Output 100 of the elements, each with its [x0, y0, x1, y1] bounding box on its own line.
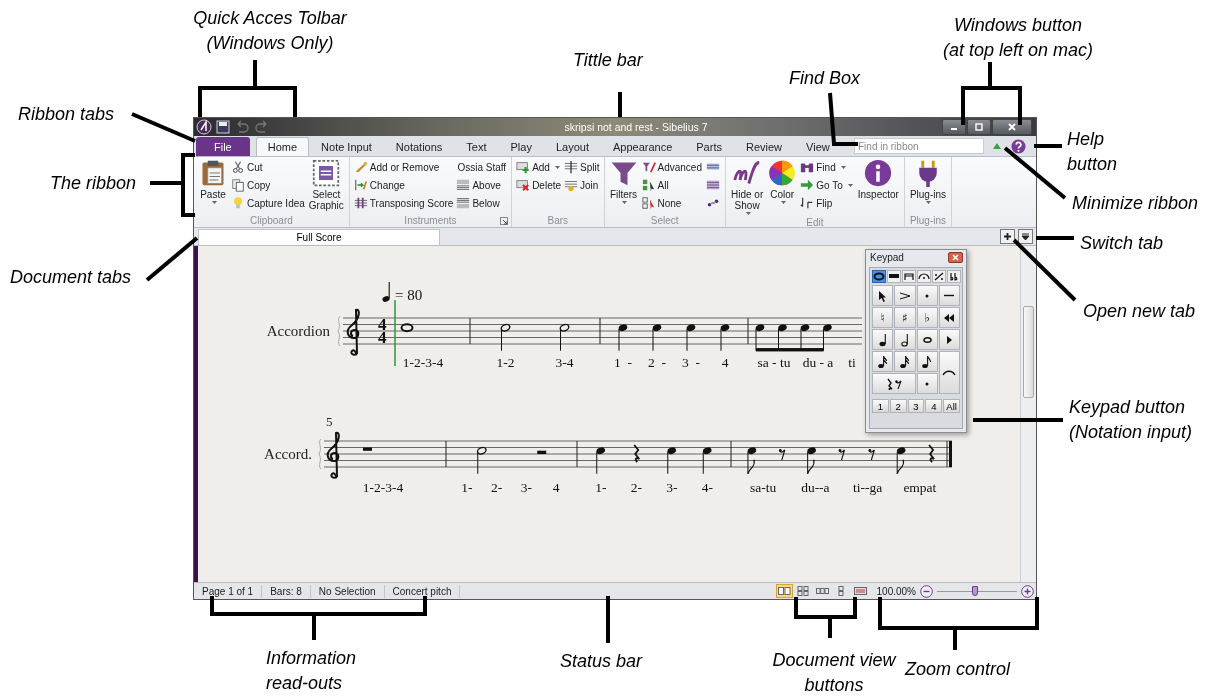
new-tab-button[interactable]: [1000, 229, 1015, 244]
ribbon-button[interactable]: Filters: [607, 158, 640, 206]
ribbon-button[interactable]: Split: [563, 158, 601, 176]
ribbon-button[interactable]: Find: [799, 158, 855, 176]
ribbon-button[interactable]: Below: [455, 194, 509, 212]
view-button[interactable]: [794, 584, 812, 598]
play-icon: [945, 334, 953, 345]
find-field[interactable]: Find in ribbon: [854, 138, 984, 154]
ribbon-button[interactable]: Plug-ins: [907, 158, 948, 206]
keypad-key[interactable]: [872, 373, 916, 394]
ribbon-button[interactable]: Add: [515, 158, 563, 176]
help-icon[interactable]: [1011, 138, 1026, 154]
ribbon-tab[interactable]: Play: [498, 137, 544, 156]
keypad-layout-icon: [918, 272, 930, 281]
zoom-out-icon[interactable]: [920, 584, 933, 598]
close-icon: [1008, 123, 1016, 131]
close-button[interactable]: [948, 252, 963, 263]
ribbon-button[interactable]: Transposing Score: [352, 194, 455, 212]
scrollbar[interactable]: [1020, 246, 1036, 582]
info-icon: [864, 159, 893, 187]
ribbon-button[interactable]: Join: [563, 176, 601, 194]
keypad-key[interactable]: ♭: [916, 307, 938, 328]
ribbon-button[interactable]: Select Graphic: [306, 158, 346, 212]
ribbon-tab[interactable]: View: [794, 137, 842, 156]
ribbon-tab[interactable]: Layout: [543, 137, 601, 156]
dialog-launcher-icon[interactable]: [500, 216, 509, 225]
lyric-text: 2-: [491, 480, 503, 495]
lyric-text: sa-tu: [750, 480, 777, 495]
keypad-key[interactable]: [938, 307, 960, 328]
ribbon-button[interactable]: Color: [766, 158, 799, 206]
ribbon-button[interactable]: None: [640, 194, 703, 212]
ribbon-button[interactable]: Add or Remove: [352, 158, 455, 176]
zoom-in-icon[interactable]: [1021, 584, 1034, 598]
voice-button[interactable]: 1: [872, 399, 889, 413]
save-icon[interactable]: [216, 120, 230, 134]
ribbon-button[interactable]: Inspector: [855, 158, 901, 201]
ribbon-tab[interactable]: Parts: [684, 137, 734, 156]
keypad-key[interactable]: [894, 285, 916, 306]
triangle-up-icon[interactable]: [992, 142, 1002, 150]
voice-button[interactable]: 4: [925, 399, 943, 413]
keypad-tab[interactable]: [947, 270, 961, 283]
minimize-button[interactable]: [942, 119, 966, 135]
ribbon-button[interactable]: Cut: [230, 158, 306, 176]
ribbon-tab[interactable]: Notations: [383, 137, 455, 156]
keypad-key[interactable]: [938, 329, 960, 350]
keypad-key[interactable]: [872, 351, 894, 372]
voice-button[interactable]: 3: [907, 399, 925, 413]
keypad-key[interactable]: [916, 329, 938, 350]
select-all-icon: [641, 178, 656, 192]
pointer-icon: [877, 289, 888, 302]
ribbon-button[interactable]: Delete: [515, 176, 563, 194]
scroll-thumb[interactable]: [1023, 306, 1034, 398]
keypad-tab[interactable]: [887, 270, 901, 283]
keypad-key[interactable]: [872, 285, 894, 306]
ribbon-button[interactable]: Capture Idea: [230, 194, 306, 212]
lyric-text: 3 -: [682, 355, 700, 370]
lyric-text: 4: [552, 480, 560, 495]
ribbon-button[interactable]: Change: [352, 176, 455, 194]
file-tab[interactable]: File: [196, 137, 250, 156]
ribbon-button[interactable]: Paste: [197, 158, 229, 206]
switch-tab-button[interactable]: [1018, 229, 1033, 244]
ribbon-button[interactable]: Flip: [799, 194, 855, 212]
lyric-text: 1-2-3-4: [362, 480, 404, 495]
app-logo-icon[interactable]: [196, 119, 212, 135]
add-bar-icon: [516, 160, 531, 174]
ribbon-button[interactable]: Advanced: [640, 158, 703, 176]
ribbon-tab[interactable]: Review: [733, 137, 795, 156]
view-button[interactable]: [851, 584, 869, 598]
keypad-key[interactable]: ♯: [894, 307, 916, 328]
close-button[interactable]: [992, 119, 1032, 135]
keypad-key[interactable]: ♮: [872, 307, 894, 328]
keypad-key[interactable]: [938, 285, 960, 306]
document-tab[interactable]: Full Score: [198, 229, 440, 245]
keypad-tab[interactable]: [902, 270, 916, 283]
lyric-text: 2 -: [648, 355, 666, 370]
keypad-tab[interactable]: [932, 270, 946, 283]
ribbon-button[interactable]: All: [640, 176, 703, 194]
ribbon-button[interactable]: Hide or Show: [729, 158, 766, 217]
ribbon-button[interactable]: Above: [455, 176, 509, 194]
keypad-key[interactable]: [916, 351, 938, 372]
ribbon-button[interactable]: Go To: [799, 176, 855, 194]
ribbon-button[interactable]: Copy: [230, 176, 306, 194]
keypad-key[interactable]: [894, 329, 916, 350]
ribbon-tab[interactable]: Text: [454, 137, 499, 156]
keypad-tab[interactable]: [917, 270, 931, 283]
ribbon-tab[interactable]: Note Input: [309, 137, 384, 156]
bracket-line: [961, 60, 1022, 127]
ribbon-tab[interactable]: Home: [255, 137, 310, 156]
maximize-button[interactable]: [967, 119, 991, 135]
join-bar-icon: [564, 178, 579, 192]
keypad-key[interactable]: [872, 329, 894, 350]
voice-button[interactable]: 2: [889, 399, 907, 413]
keypad-key[interactable]: [894, 351, 916, 372]
status-readout: Concert pitch: [384, 584, 461, 598]
view-button[interactable]: [775, 584, 793, 598]
ribbon-tab[interactable]: Appearance: [600, 137, 685, 156]
keypad-tab[interactable]: [872, 270, 886, 283]
slider-thumb[interactable]: [971, 585, 978, 596]
status-readout: Page 1 of 1: [194, 584, 263, 598]
voice-button[interactable]: All: [943, 399, 960, 413]
